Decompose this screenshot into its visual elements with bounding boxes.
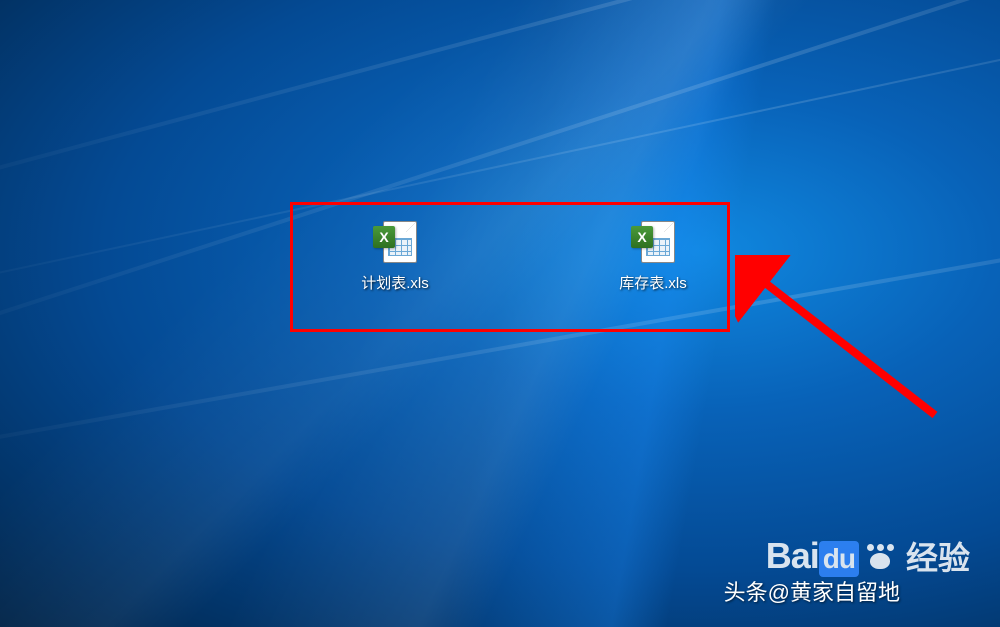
- baidu-jingyan-text: 经验: [906, 533, 970, 579]
- baidu-watermark: Baidu 经验: [766, 533, 970, 579]
- file-label: 库存表.xls: [619, 272, 687, 293]
- baidu-paw-icon: [867, 544, 894, 569]
- bg-light-beam: [0, 123, 1000, 474]
- bg-light-beam: [0, 0, 1000, 315]
- file-label: 计划表.xls: [361, 272, 429, 293]
- author-watermark: 头条@黄家自留地: [724, 575, 900, 607]
- bg-light-beam: [0, 0, 1000, 380]
- baidu-logo-box: du: [819, 541, 859, 577]
- desktop-file-icon[interactable]: X 计划表.xls: [350, 218, 440, 293]
- desktop-file-icon[interactable]: X 库存表.xls: [608, 218, 698, 293]
- excel-file-icon: X: [373, 218, 417, 266]
- baidu-logo-text: Bai: [766, 535, 819, 576]
- excel-file-icon: X: [631, 218, 675, 266]
